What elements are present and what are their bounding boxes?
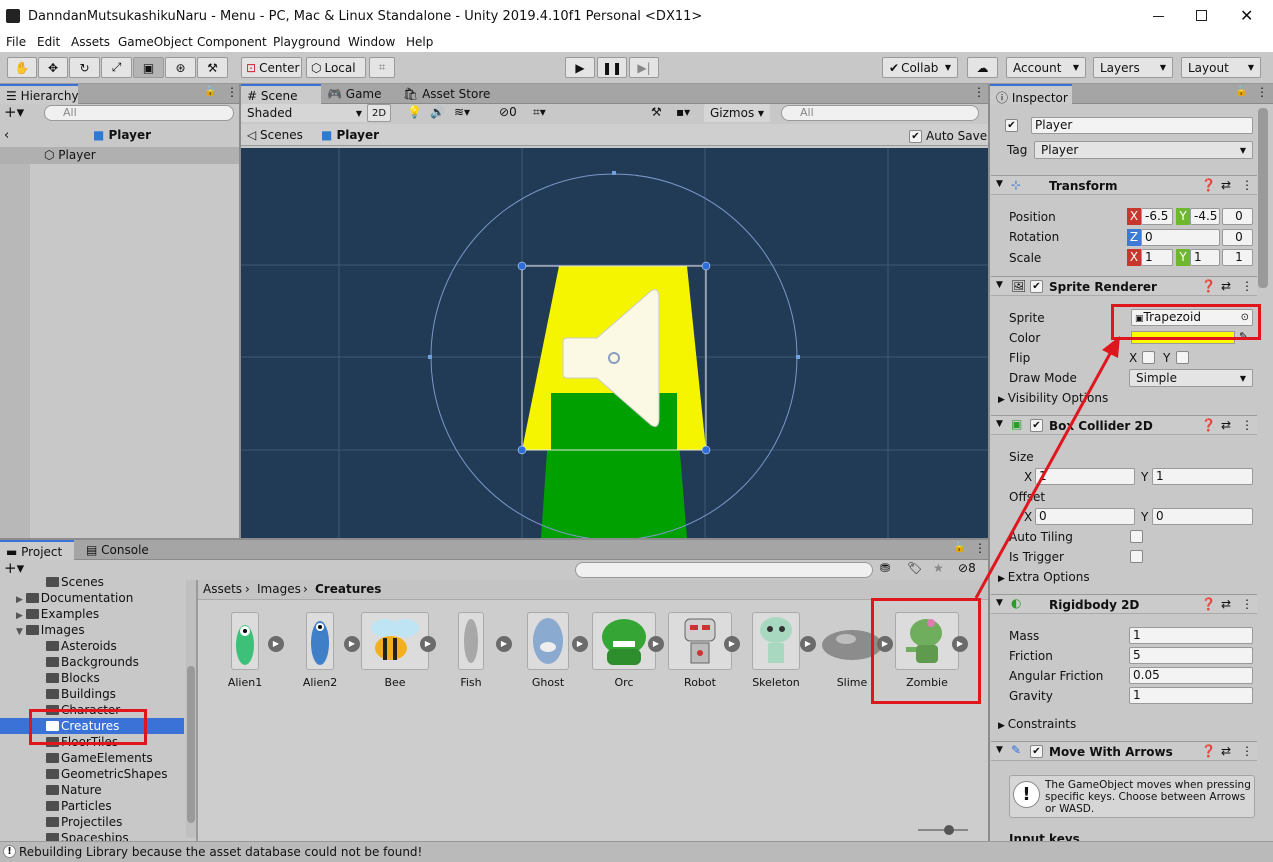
annotation-arrow <box>974 336 1120 599</box>
